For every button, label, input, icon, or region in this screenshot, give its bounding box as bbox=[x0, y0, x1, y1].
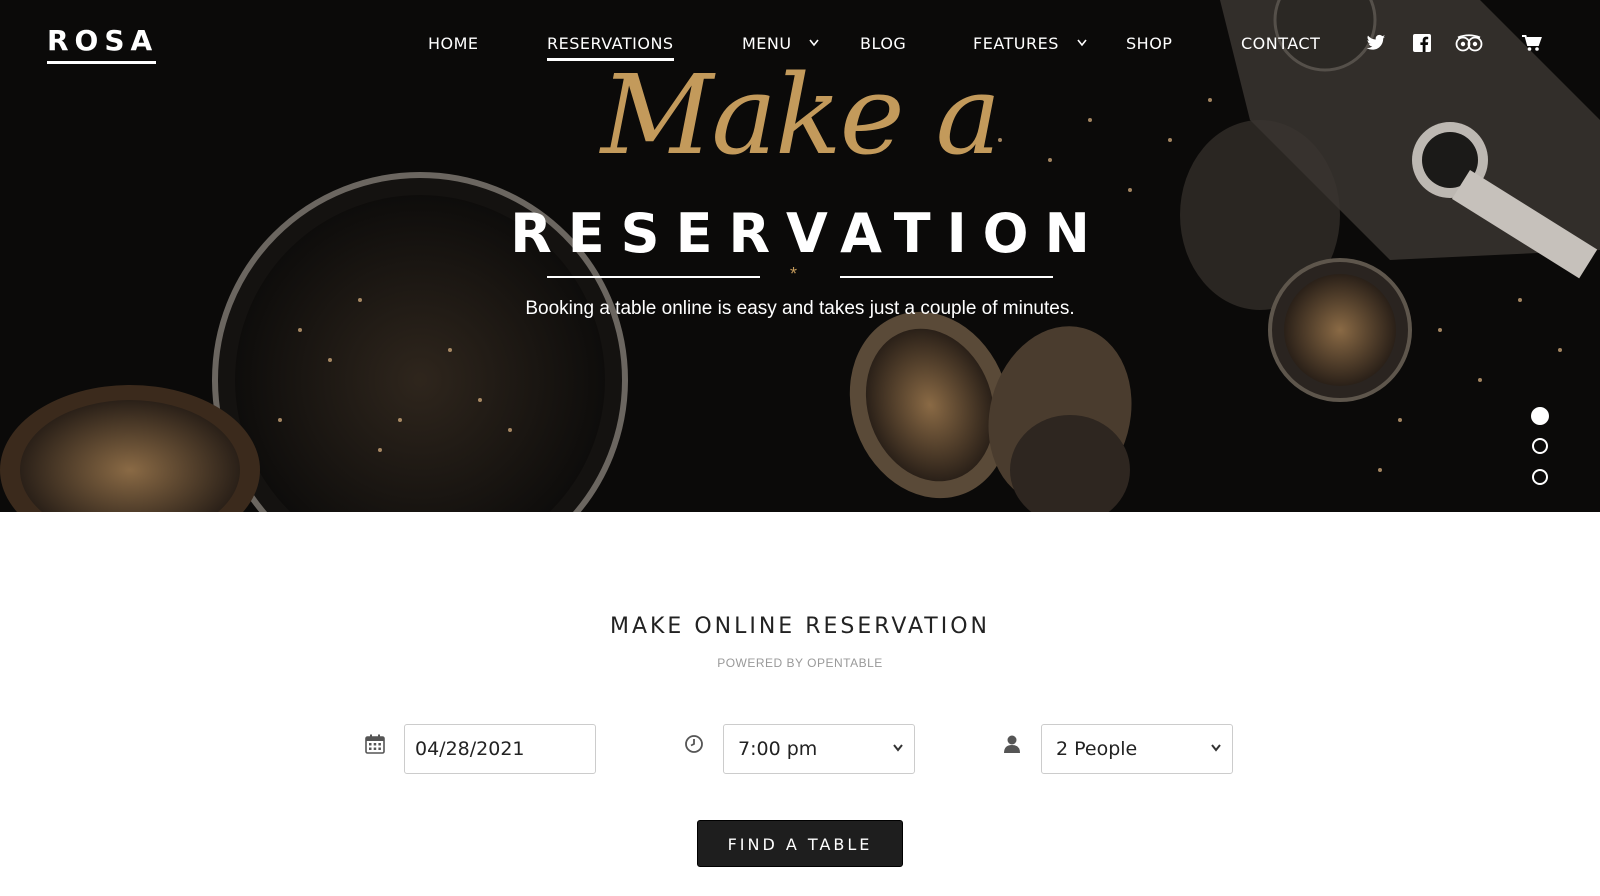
twitter-icon[interactable] bbox=[1366, 34, 1386, 52]
divider-line-right bbox=[840, 276, 1053, 278]
clock-icon bbox=[685, 735, 703, 753]
powered-by-label: POWERED BY OPENTABLE bbox=[717, 656, 883, 670]
hero-banner: ROSA HOME RESERVATIONS MENU BLOG FEATURE… bbox=[0, 0, 1600, 512]
nav-item-shop[interactable]: SHOP bbox=[1126, 34, 1172, 53]
tripadvisor-icon[interactable] bbox=[1455, 34, 1483, 52]
party-size-select[interactable]: 2 People bbox=[1041, 724, 1233, 774]
nav-item-contact[interactable]: CONTACT bbox=[1241, 34, 1320, 53]
hero-script-title: Make a bbox=[600, 51, 1002, 179]
facebook-icon[interactable] bbox=[1413, 34, 1431, 52]
slider-dot-2[interactable] bbox=[1532, 438, 1548, 454]
hero-subtitle: Booking a table online is easy and takes… bbox=[525, 298, 1075, 319]
hero-title: RESERVATION bbox=[510, 202, 1106, 265]
divider-line-left bbox=[547, 276, 760, 278]
nav-item-home[interactable]: HOME bbox=[428, 34, 479, 53]
calendar-icon bbox=[365, 734, 385, 754]
menu-chevron-down-icon[interactable] bbox=[808, 38, 820, 48]
features-chevron-down-icon[interactable] bbox=[1076, 38, 1088, 48]
find-a-table-button[interactable]: FIND A TABLE bbox=[697, 820, 903, 867]
reservation-section-title: MAKE ONLINE RESERVATION bbox=[609, 614, 991, 639]
divider-star-icon: * bbox=[790, 264, 798, 284]
slider-dot-1[interactable] bbox=[1531, 407, 1549, 425]
time-select[interactable]: 7:00 pm bbox=[723, 724, 915, 774]
person-icon bbox=[1004, 735, 1020, 753]
time-chevron-down-icon bbox=[893, 744, 903, 752]
party-chevron-down-icon bbox=[1211, 744, 1221, 752]
slider-dot-3[interactable] bbox=[1532, 469, 1548, 485]
party-size-select-value: 2 People bbox=[1056, 738, 1138, 760]
date-input[interactable]: 04/28/2021 bbox=[404, 724, 596, 774]
time-select-value: 7:00 pm bbox=[738, 738, 818, 760]
cart-icon[interactable] bbox=[1522, 34, 1542, 52]
